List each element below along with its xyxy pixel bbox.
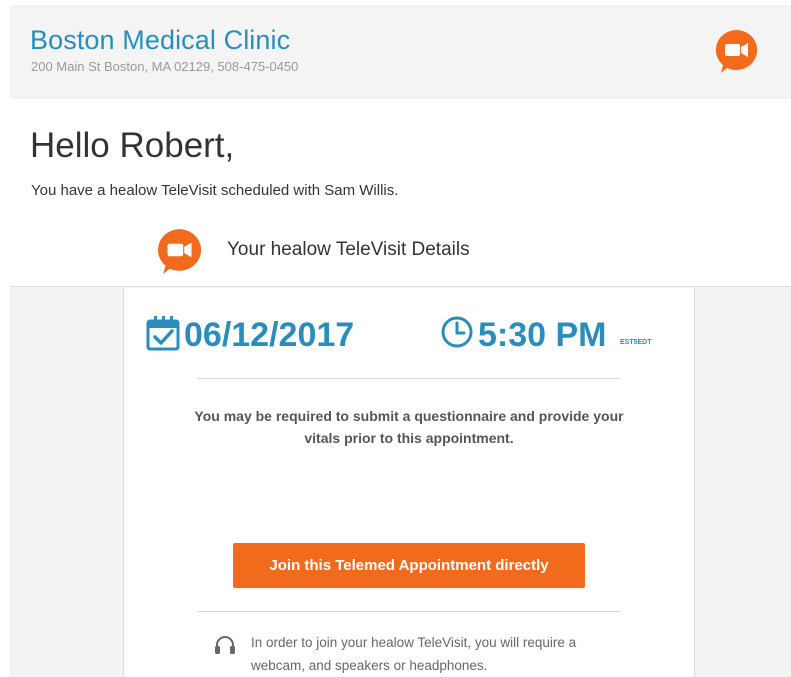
details-title: Your healow TeleVisit Details [227, 239, 470, 260]
clock-icon [441, 316, 473, 348]
video-chat-icon [715, 29, 758, 73]
greeting-title: Hello Robert, [30, 126, 235, 165]
join-appointment-button[interactable]: Join this Telemed Appointment directly [233, 543, 585, 588]
divider [197, 378, 620, 379]
details-heading: Your healow TeleVisit Details [10, 223, 791, 285]
headphones-icon [215, 636, 235, 654]
appointment-time: 5:30 PM [478, 316, 607, 354]
clinic-header: Boston Medical Clinic 200 Main St Boston… [10, 5, 791, 99]
email-frame: Boston Medical Clinic 200 Main St Boston… [10, 5, 791, 677]
appointment-date: 06/12/2017 [184, 316, 355, 354]
video-chat-icon [157, 229, 202, 274]
divider [197, 611, 620, 612]
appointment-datetime: 06/12/2017 5:30 PM EST5EDT [144, 310, 684, 360]
requirement-text: In order to join your healow TeleVisit, … [251, 635, 577, 673]
greeting-section: Hello Robert, You have a healow TeleVisi… [10, 99, 791, 287]
appointment-card: 06/12/2017 5:30 PM EST5EDT You may be re… [123, 288, 695, 677]
appointment-timezone: EST5EDT [620, 339, 652, 346]
greeting-subline: You have a healow TeleVisit scheduled wi… [31, 182, 399, 199]
device-requirement: In order to join your healow TeleVisit, … [214, 631, 634, 675]
questionnaire-notice: You may be required to submit a question… [194, 408, 624, 446]
clinic-address: 200 Main St Boston, MA 02129, 508-475-04… [31, 59, 299, 74]
calendar-icon [146, 316, 180, 351]
email-page: Boston Medical Clinic 200 Main St Boston… [0, 0, 791, 677]
clinic-name: Boston Medical Clinic [30, 25, 291, 55]
